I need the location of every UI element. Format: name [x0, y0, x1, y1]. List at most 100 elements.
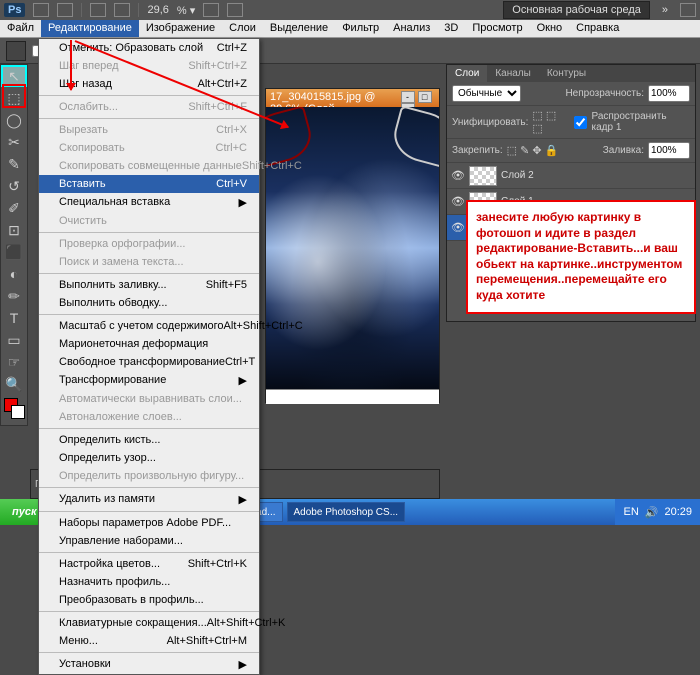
window-buttons: - □ × — [401, 91, 435, 105]
menubar: ФайлРедактированиеИзображениеСлоиВыделен… — [0, 20, 700, 38]
menuitem: Проверка орфографии... — [39, 235, 259, 253]
tool-9[interactable]: ◐ — [1, 263, 27, 285]
cslive-icon[interactable] — [680, 3, 696, 17]
menuitem[interactable]: Назначить профиль... — [39, 573, 259, 591]
propagate-label: Распространить кадр 1 — [591, 111, 690, 133]
menu-выделение[interactable]: Выделение — [263, 20, 335, 37]
color-swatches[interactable] — [1, 395, 27, 425]
layer-name: Слой 2 — [501, 170, 534, 181]
menuitem[interactable]: Масштаб с учетом содержимогоAlt+Shift+Ct… — [39, 317, 259, 335]
document-canvas[interactable] — [266, 107, 439, 389]
menu-фильтр[interactable]: Фильтр — [335, 20, 386, 37]
tool-7[interactable]: ⊡ — [1, 219, 27, 241]
tool-13[interactable]: ☞ — [1, 351, 27, 373]
document-titlebar[interactable]: 17_304015815.jpg @ 29,6% (Слой... - □ × — [266, 89, 439, 107]
visibility-icon[interactable]: 👁 — [451, 195, 465, 208]
tool-11[interactable]: T — [1, 307, 27, 329]
document-statusbar — [266, 389, 439, 404]
taskbar-task[interactable]: Adobe Photoshop CS... — [287, 502, 406, 522]
menu-окно[interactable]: Окно — [530, 20, 570, 37]
clock: 20:29 — [664, 506, 692, 518]
opacity-input[interactable] — [648, 85, 690, 102]
tool-4[interactable]: ✎ — [1, 153, 27, 175]
menuitem[interactable]: Трансформирование▶ — [39, 371, 259, 390]
menuitem[interactable]: Удалить из памяти▶ — [39, 490, 259, 509]
zoom-value[interactable]: 29,6 — [147, 4, 168, 16]
app-titlebar: Ps 29,6% ▾ Основная рабочая среда » — [0, 0, 700, 20]
menuitem: ВырезатьCtrl+X — [39, 121, 259, 139]
menuitem: СкопироватьCtrl+C — [39, 139, 259, 157]
fill-label: Заливка: — [603, 145, 644, 156]
panel-tab-Каналы[interactable]: Каналы — [487, 65, 539, 82]
menuitem[interactable]: Клавиатурные сокращения...Alt+Shift+Ctrl… — [39, 614, 259, 632]
menu-справка[interactable]: Справка — [569, 20, 626, 37]
menu-слои[interactable]: Слои — [222, 20, 263, 37]
minibridge-icon[interactable] — [57, 3, 73, 17]
tool-2[interactable]: ◯ — [1, 109, 27, 131]
opacity-label: Непрозрачность: — [565, 88, 644, 99]
annotation-highlight — [2, 84, 26, 108]
document-window: 17_304015815.jpg @ 29,6% (Слой... - □ × — [265, 88, 440, 403]
move-tool-icon — [6, 41, 26, 61]
language-indicator[interactable]: EN — [623, 506, 638, 518]
menuitem[interactable]: Меню...Alt+Shift+Ctrl+M — [39, 632, 259, 650]
maximize-button[interactable]: □ — [418, 91, 432, 103]
tool-14[interactable]: 🔍 — [1, 373, 27, 395]
blend-mode-select[interactable]: Обычные — [452, 85, 521, 102]
menuitem[interactable]: Наборы параметров Adobe PDF... — [39, 514, 259, 532]
menuitem[interactable]: Определить кисть... — [39, 431, 259, 449]
menu-редактирование[interactable]: Редактирование — [41, 20, 139, 37]
layer-row[interactable]: 👁 Слой 2 — [447, 163, 695, 189]
tool-8[interactable]: ⬛ — [1, 241, 27, 263]
tool-10[interactable]: ✏ — [1, 285, 27, 307]
tool-12[interactable]: ▭ — [1, 329, 27, 351]
menu-анализ[interactable]: Анализ — [386, 20, 437, 37]
unify-label: Унифицировать: — [452, 117, 528, 128]
panel-tabs: СлоиКаналыКонтуры — [447, 65, 695, 82]
menuitem: Автоналожение слоев... — [39, 408, 259, 426]
menuitem[interactable]: Выполнить обводку... — [39, 294, 259, 312]
menu-3d[interactable]: 3D — [437, 20, 465, 37]
propagate-checkbox[interactable] — [574, 116, 587, 129]
menuitem[interactable]: Преобразовать в профиль... — [39, 591, 259, 609]
menuitem[interactable]: Марионеточная деформация — [39, 335, 259, 353]
tray-icon[interactable]: 🔊 — [645, 506, 659, 519]
workspace-switcher[interactable]: Основная рабочая среда — [503, 1, 650, 19]
menuitem[interactable]: Управление наборами... — [39, 532, 259, 550]
menuitem[interactable]: Специальная вставка▶ — [39, 193, 259, 212]
tool-3[interactable]: ✂ — [1, 131, 27, 153]
ps-logo: Ps — [4, 3, 25, 17]
menu-просмотр[interactable]: Просмотр — [465, 20, 529, 37]
menu-файл[interactable]: Файл — [0, 20, 41, 37]
chevron-icon[interactable]: » — [662, 4, 668, 16]
hand-icon[interactable] — [203, 3, 219, 17]
menuitem[interactable]: Отменить: Образовать слойCtrl+Z — [39, 39, 259, 57]
menuitem[interactable]: Свободное трансформированиеCtrl+T — [39, 353, 259, 371]
menuitem[interactable]: Выполнить заливку...Shift+F5 — [39, 276, 259, 294]
menu-изображение[interactable]: Изображение — [139, 20, 222, 37]
menuitem: Очистить — [39, 212, 259, 230]
bridge-icon[interactable] — [33, 3, 49, 17]
lock-label: Закрепить: — [452, 145, 503, 156]
panel-tab-Контуры[interactable]: Контуры — [539, 65, 594, 82]
menuitem[interactable]: ВставитьCtrl+V — [39, 175, 259, 193]
menuitem[interactable]: Установки▶ — [39, 655, 259, 674]
tool-5[interactable]: ↺ — [1, 175, 27, 197]
zoom-icon[interactable] — [227, 3, 243, 17]
toolbox: ↖⬚◯✂✎↺✐⊡⬛◐✏T▭☞🔍 — [0, 64, 28, 426]
visibility-icon[interactable]: 👁 — [451, 221, 465, 234]
minimize-button[interactable]: - — [401, 91, 415, 103]
edit-menu-dropdown: Отменить: Образовать слойCtrl+ZШаг впере… — [38, 38, 260, 675]
menuitem[interactable]: Настройка цветов...Shift+Ctrl+K — [39, 555, 259, 573]
visibility-icon[interactable]: 👁 — [451, 169, 465, 182]
menuitem: Определить произвольную фигуру... — [39, 467, 259, 485]
screenmode-icon[interactable] — [90, 3, 106, 17]
fill-input[interactable] — [648, 142, 690, 159]
panel-tab-Слои[interactable]: Слои — [447, 65, 487, 82]
menuitem[interactable]: Определить узор... — [39, 449, 259, 467]
tool-6[interactable]: ✐ — [1, 197, 27, 219]
menuitem: Скопировать совмещенные данныеShift+Ctrl… — [39, 157, 259, 175]
menuitem: Поиск и замена текста... — [39, 253, 259, 271]
document-title: 17_304015815.jpg @ 29,6% (Слой... — [270, 91, 401, 105]
arrange-icon[interactable] — [114, 3, 130, 17]
